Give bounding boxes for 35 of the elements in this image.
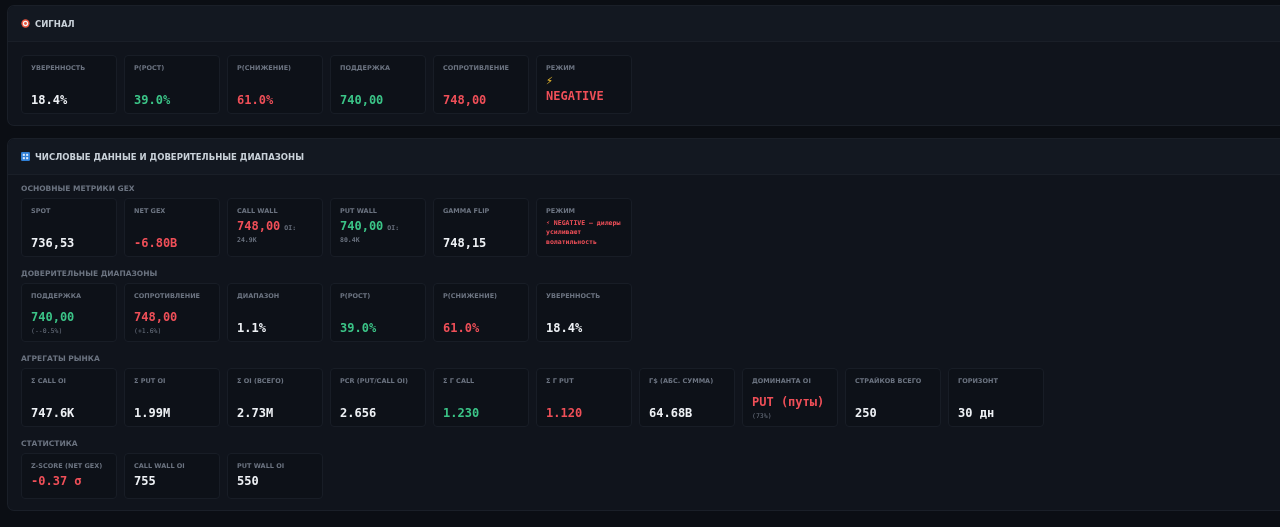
- metric-value: 740,00: [340, 93, 384, 107]
- metric-value: -0.37 σ: [31, 474, 82, 488]
- metric-value: 2.73M: [237, 406, 274, 420]
- metric-value: 1.99M: [134, 406, 171, 420]
- metric-value: 61.0%: [443, 321, 480, 335]
- metric-value: 748,00: [237, 219, 281, 233]
- metric-value: 740,00: [340, 219, 384, 233]
- grid-icon: [21, 152, 30, 161]
- metric-value: 1.230: [443, 406, 480, 420]
- metric-value: 18.4%: [31, 93, 68, 107]
- metric-value: 1.1%: [237, 321, 266, 335]
- metric-value: 39.0%: [134, 93, 171, 107]
- panel-title: СИГНАЛ: [35, 18, 75, 29]
- metric-value: 748,00: [134, 310, 178, 324]
- metric-value: 550: [237, 474, 259, 488]
- metric-value: 39.0%: [340, 321, 377, 335]
- metric-value: 748,15: [443, 236, 487, 250]
- metric-value: 755: [134, 474, 156, 488]
- metric-value: 1.120: [546, 406, 583, 420]
- metric-value: PUT (путы): [752, 395, 825, 409]
- metric-value: 61.0%: [237, 93, 274, 107]
- metric-value: 250: [855, 406, 877, 420]
- metric-value: 736,53: [31, 236, 75, 250]
- metric-value: 747.6K: [31, 406, 75, 420]
- metric-value: 740,00: [31, 310, 75, 324]
- panel-title: ЧИСЛОВЫЕ ДАННЫЕ И ДОВЕРИТЕЛЬНЫЕ ДИАПАЗОНЫ: [35, 151, 304, 162]
- regime-value: NEGATIVE: [546, 89, 604, 103]
- metric-value: 64.68B: [649, 406, 693, 420]
- metric-value: 748,00: [443, 93, 487, 107]
- metric-value: 18.4%: [546, 321, 583, 335]
- metric-value: -6.80B: [134, 236, 178, 250]
- metric-value: 30 дн: [958, 406, 995, 420]
- metric-value: 2.656: [340, 406, 377, 420]
- lightning-icon: ⚡: [546, 76, 554, 86]
- target-icon: [21, 19, 30, 28]
